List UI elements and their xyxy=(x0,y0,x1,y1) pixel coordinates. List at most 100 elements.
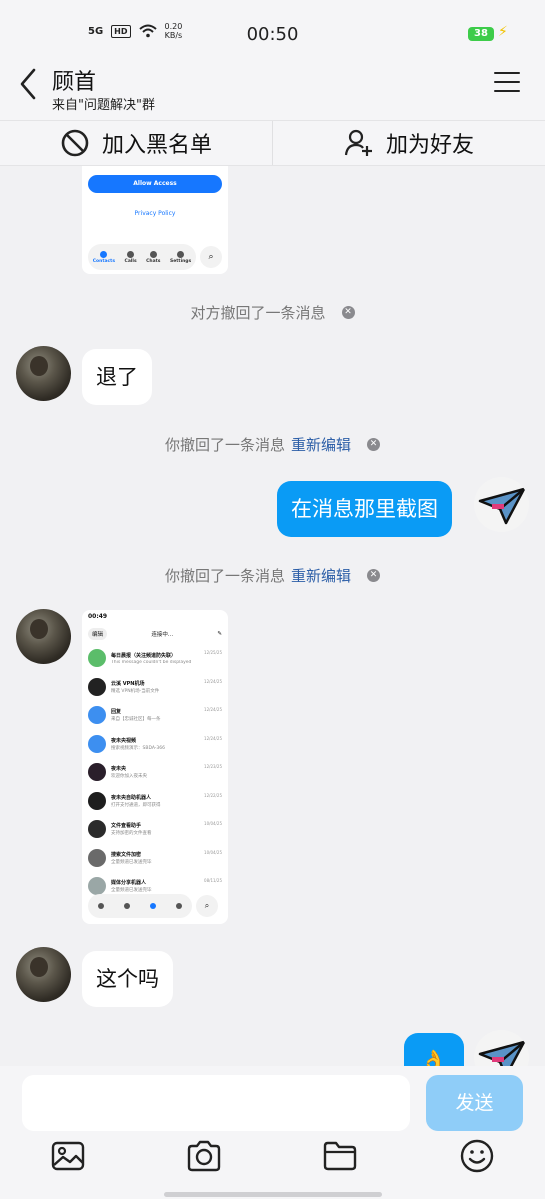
thumb-chat-name: 夜未央 xyxy=(111,766,127,773)
thumb-chat-row: 搜索文件加密 全量频道已发送完毕 10/04/25 xyxy=(82,844,228,873)
thumb-search-icon: ⌕ xyxy=(200,246,222,268)
thumb-tab: Contacts xyxy=(93,250,115,264)
thumb-chat-avatar xyxy=(88,677,106,696)
thumb-tab xyxy=(124,902,130,910)
thumb-chat-preview: 支持加密的文件查看 xyxy=(111,831,152,837)
recall-text: 你撤回了一条消息 xyxy=(164,436,285,454)
status-bar: 5G HD 0.20 KB/s 00:50 38 ⚡ xyxy=(0,0,545,50)
chat-header: 顾首 来自"问题解决"群 xyxy=(0,50,545,120)
input-bar: 发送 xyxy=(0,1066,545,1199)
paper-plane-icon xyxy=(478,1040,526,1066)
action-bar: 加入黑名单 加为好友 xyxy=(0,120,545,166)
dismiss-icon[interactable]: ✕ xyxy=(367,569,381,582)
thumb-chat-avatar xyxy=(88,791,106,810)
message-input[interactable] xyxy=(22,1075,410,1131)
image-message-2[interactable]: 00:49 编辑 连接中... ✎ 每日晨报（关注频道防失联） This mess… xyxy=(82,610,228,924)
reedit-link[interactable]: 重新编辑 xyxy=(291,434,351,455)
block-label: 加入黑名单 xyxy=(101,133,212,158)
thumb-chat-date: 12/24/25 xyxy=(204,678,222,684)
thumb-chat-name: 云溪 VPN机场 xyxy=(111,680,145,687)
thumb-chat-name: 夜未央视频 xyxy=(111,737,137,744)
thumb-chat-preview: 全量频道已发送完毕 xyxy=(111,859,152,865)
thumb-chat-name: 文件查看助手 xyxy=(111,823,142,830)
thumb-chat-avatar xyxy=(88,848,106,867)
thumb-chat-preview: 欢迎你加入夜未央 xyxy=(111,774,147,780)
block-icon xyxy=(61,129,89,157)
add-friend-icon xyxy=(344,129,372,156)
thumb-time: 00:49 xyxy=(88,613,108,620)
contact-avatar[interactable] xyxy=(16,346,71,401)
system-message: 对方撤回了一条消息 ✕ xyxy=(0,302,545,323)
my-avatar[interactable] xyxy=(474,1030,529,1066)
thumb-tab xyxy=(176,902,182,910)
add-friend-button[interactable]: 加为好友 xyxy=(272,121,545,165)
thumb-chat-preview: This message couldn't be displayed xyxy=(111,659,192,665)
thumb-chat-name: 夜未央自助机器人 xyxy=(111,794,152,801)
thumb-chat-row: 每日晨报（关注频道防失联） This message couldn't be di… xyxy=(82,644,228,673)
image-message-1[interactable]: Allow Access Privacy Policy Contacts Cal… xyxy=(82,166,228,274)
system-message: 你撤回了一条消息 重新编辑 ✕ xyxy=(0,434,545,455)
thumb-search-icon: ⌕ xyxy=(196,895,218,917)
thumb-chat-date: 12/24/25 xyxy=(204,707,222,712)
thumb-chat-date: 12/22/25 xyxy=(204,792,222,798)
thumb-chat-avatar xyxy=(88,877,106,896)
thumb-chat-row: 文件查看助手 支持加密的文件查看 10/04/25 xyxy=(82,815,228,844)
thumb-chat-date: 10/04/25 xyxy=(204,849,222,855)
emoji-icon[interactable] xyxy=(459,1138,495,1174)
thumb-chat-name: 搜索文件加密 xyxy=(111,851,142,858)
thumb-chat-date: 12/25/25 xyxy=(204,650,222,655)
home-indicator[interactable] xyxy=(164,1192,382,1197)
thumb-allow-button: Allow Access xyxy=(88,175,222,193)
paper-plane-icon xyxy=(478,487,526,525)
thumb-tab xyxy=(98,902,104,910)
thumb-chat-row: 云溪 VPN机场 精选 VPN机场-当前文件 12/24/25 xyxy=(82,673,228,702)
send-button[interactable]: 发送 xyxy=(426,1075,523,1131)
thumb-tab: Settings xyxy=(170,250,191,264)
thumb-chat-avatar xyxy=(88,649,106,668)
recall-text: 对方撤回了一条消息 xyxy=(190,304,326,322)
my-avatar[interactable] xyxy=(474,477,529,532)
thumb-chat-date: 12/23/25 xyxy=(204,764,222,769)
image-icon[interactable] xyxy=(50,1138,86,1174)
thumb-chat-date: 10/04/25 xyxy=(204,821,222,826)
thumb-chat-row: 回复 来自【忠诚社区】每一条 12/24/25 xyxy=(82,701,228,730)
menu-icon[interactable] xyxy=(494,72,520,94)
thumb-tab: Calls xyxy=(125,250,137,264)
thumb-tab: Chats xyxy=(146,250,160,264)
dismiss-icon[interactable]: ✕ xyxy=(341,306,355,319)
chat-subtitle: 来自"问题解决"群 xyxy=(52,98,155,113)
thumb-chat-name: 媒体分享机器人 xyxy=(111,880,147,887)
message-bubble-sent[interactable]: 👌 xyxy=(404,1033,464,1066)
thumb-chat-avatar xyxy=(88,820,106,839)
dismiss-icon[interactable]: ✕ xyxy=(367,438,381,451)
message-bubble-received[interactable]: 这个吗 xyxy=(82,951,173,1007)
thumb-chat-name: 回复 xyxy=(111,709,122,716)
chat-area[interactable]: Allow Access Privacy Policy Contacts Cal… xyxy=(0,166,545,1066)
thumb-chat-avatar xyxy=(88,734,106,753)
contact-avatar[interactable] xyxy=(16,947,71,1002)
charging-bolt-icon: ⚡ xyxy=(498,24,508,40)
thumb-chat-preview: 来自【忠诚社区】每一条 xyxy=(111,717,161,723)
thumb-compose-icon: ✎ xyxy=(217,631,222,637)
add-friend-label: 加为好友 xyxy=(385,133,474,158)
thumb-connecting: 连接中... xyxy=(151,632,174,638)
thumb-tab xyxy=(150,902,156,910)
contact-avatar[interactable] xyxy=(16,609,71,664)
back-arrow-icon[interactable] xyxy=(14,66,44,102)
folder-icon[interactable] xyxy=(322,1138,358,1174)
thumb-chat-date: 08/11/25 xyxy=(204,878,222,883)
thumb-privacy-link: Privacy Policy xyxy=(134,210,176,217)
recall-text: 你撤回了一条消息 xyxy=(164,567,285,585)
thumb-chat-date: 12/24/25 xyxy=(204,735,222,741)
reedit-link[interactable]: 重新编辑 xyxy=(291,565,351,586)
camera-icon[interactable] xyxy=(186,1138,222,1174)
thumb-chat-preview: 全量频道已发送完毕 xyxy=(111,888,152,894)
toolbar xyxy=(0,1138,545,1178)
thumb-chat-preview: 精选 VPN机场-当前文件 xyxy=(111,688,160,694)
message-bubble-sent[interactable]: 在消息那里截图 xyxy=(277,481,452,537)
status-time: 00:50 xyxy=(246,24,299,45)
thumb-nav: 编辑 连接中... ✎ xyxy=(82,624,228,644)
thumb-chat-preview: 打开支付通道，即可获得 xyxy=(111,802,161,808)
message-bubble-received[interactable]: 退了 xyxy=(82,349,152,405)
block-button[interactable]: 加入黑名单 xyxy=(0,121,272,165)
